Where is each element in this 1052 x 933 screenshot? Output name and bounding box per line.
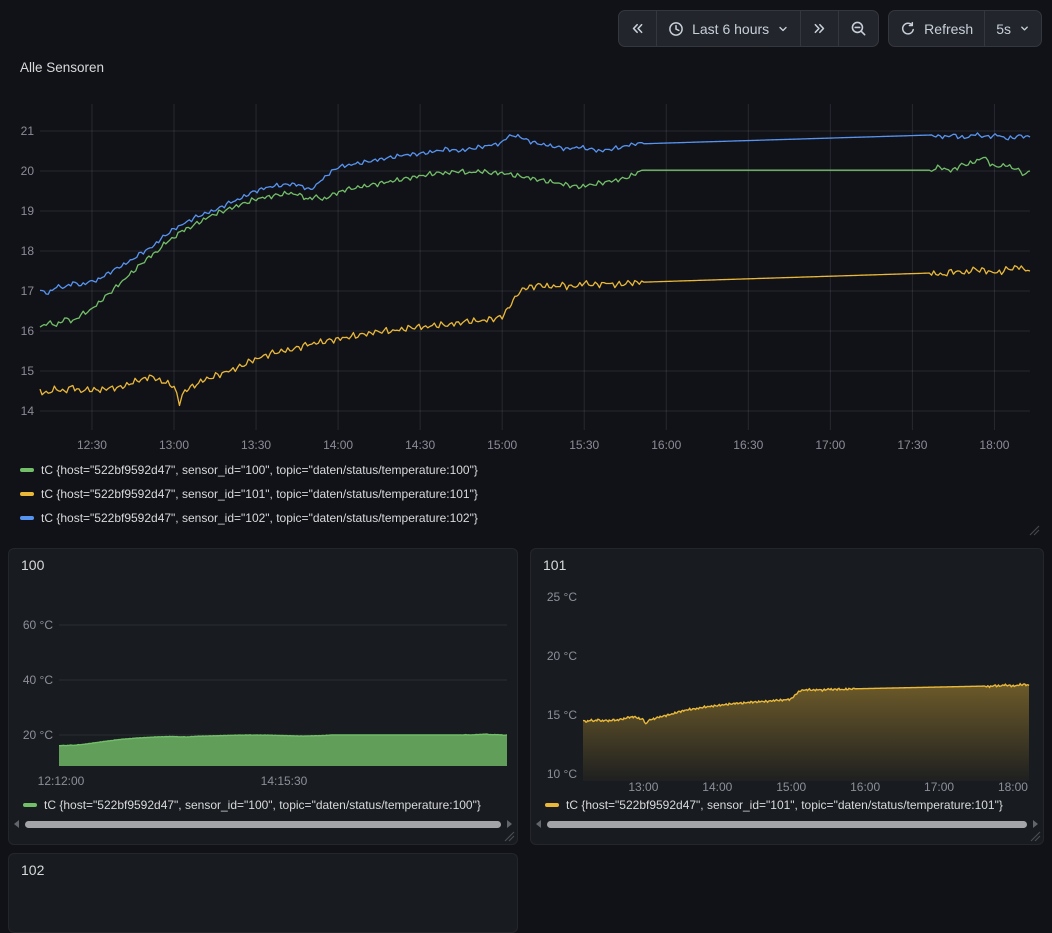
panel-100: 100 60 °C40 °C20 °C12:12:0014:15:30 tC {… xyxy=(8,548,518,845)
panel-102: 102 xyxy=(8,853,518,933)
legend-item[interactable]: tC {host="522bf9592d47", sensor_id="100"… xyxy=(20,462,478,478)
y-axis-label: 60 °C xyxy=(23,618,53,632)
panel-resize-handle[interactable] xyxy=(1028,524,1040,536)
y-axis-label: 15 °C xyxy=(547,708,577,722)
x-axis-label: 13:00 xyxy=(159,438,189,452)
legend-label: tC {host="522bf9592d47", sensor_id="102"… xyxy=(41,511,478,525)
time-series-chart[interactable]: 25 °C 20 °C 15 °C 10 °C 13:00 14:00 15:00 16:00… xyxy=(531,549,1043,799)
series-sensor_100-line xyxy=(40,157,1030,327)
time-series-chart[interactable]: 14 15 16 17 18 19 20 21 12:30 13:00 13:30 14:00 14:3… xyxy=(0,88,1052,460)
y-axis-label: 20 °C xyxy=(23,728,53,742)
legend-item[interactable]: tC {host="522bf9592d47", sensor_id="102"… xyxy=(20,510,478,526)
x-axis-label: 13:00 xyxy=(628,780,658,794)
time-picker-toolbar: Last 6 hours Refresh 5s xyxy=(618,10,1042,47)
refresh-interval-value: 5s xyxy=(996,21,1011,37)
clock-icon xyxy=(668,21,684,37)
x-axis-label: 14:00 xyxy=(702,780,732,794)
chevron-down-icon xyxy=(777,23,789,35)
y-axis-label: 10 °C xyxy=(547,767,577,781)
x-axis-label: 17:00 xyxy=(815,438,845,452)
refresh-icon xyxy=(900,21,916,37)
legend-swatch xyxy=(23,803,37,807)
x-axis-label: 18:00 xyxy=(979,438,1009,452)
y-axis-label: 16 xyxy=(21,324,35,338)
refresh-group: Refresh 5s xyxy=(888,10,1042,47)
scrollbar-right-arrow[interactable] xyxy=(507,820,512,828)
x-axis-label: 12:12:00 xyxy=(38,774,85,788)
x-axis-label: 17:30 xyxy=(897,438,927,452)
legend-item[interactable]: tC {host="522bf9592d47", sensor_id="100"… xyxy=(23,797,509,813)
y-axis-label: 14 xyxy=(21,404,35,418)
panel-resize-handle[interactable] xyxy=(503,830,515,842)
refresh-button[interactable]: Refresh xyxy=(889,11,984,46)
legend: tC {host="522bf9592d47", sensor_id="100"… xyxy=(20,462,478,526)
x-axis-label: 17:00 xyxy=(924,780,954,794)
time-range-picker-button[interactable]: Last 6 hours xyxy=(656,11,800,46)
legend-swatch xyxy=(20,516,34,520)
panel-resize-handle[interactable] xyxy=(1029,830,1041,842)
y-axis-label: 25 °C xyxy=(547,590,577,604)
series-sensor_102-line xyxy=(40,133,1030,294)
y-axis-label: 40 °C xyxy=(23,673,53,687)
time-shift-back-button[interactable] xyxy=(619,11,656,46)
double-chevron-left-icon xyxy=(630,21,645,36)
x-axis-label: 18:00 xyxy=(998,780,1028,794)
legend: tC {host="522bf9592d47", sensor_id="100"… xyxy=(23,797,509,813)
h-scrollbar xyxy=(536,819,1038,829)
grid: 14 15 16 17 18 19 20 21 12:30 13:00 13:30 14:00 14:3… xyxy=(21,104,1030,452)
time-range-group: Last 6 hours xyxy=(618,10,879,47)
y-axis-label: 20 °C xyxy=(547,649,577,663)
x-axis-label: 15:00 xyxy=(487,438,517,452)
y-axis-label: 19 xyxy=(21,204,35,218)
legend-label: tC {host="522bf9592d47", sensor_id="100"… xyxy=(41,463,478,477)
y-axis-label: 17 xyxy=(21,284,35,298)
scrollbar-left-arrow[interactable] xyxy=(536,820,541,828)
scrollbar-thumb[interactable] xyxy=(25,821,501,828)
x-axis-label: 14:00 xyxy=(323,438,353,452)
x-axis-label: 13:30 xyxy=(241,438,271,452)
chevron-down-icon xyxy=(1019,23,1030,34)
refresh-label: Refresh xyxy=(924,21,973,37)
y-axis-label: 21 xyxy=(21,124,35,138)
y-axis-label: 20 xyxy=(21,164,35,178)
time-series-chart[interactable]: 60 °C 40 °C 20 °C 12:12:00 14:15:30 xyxy=(9,549,517,793)
double-chevron-right-icon xyxy=(812,21,827,36)
legend-swatch xyxy=(545,803,559,807)
legend-label: tC {host="522bf9592d47", sensor_id="101"… xyxy=(566,798,1003,812)
series-sensor_101-line xyxy=(40,266,1030,406)
x-axis-label: 16:00 xyxy=(651,438,681,452)
legend-item[interactable]: tC {host="522bf9592d47", sensor_id="101"… xyxy=(545,797,1035,813)
x-axis-label: 12:30 xyxy=(77,438,107,452)
series-sensor_101-area xyxy=(583,684,1029,781)
legend-swatch xyxy=(20,492,34,496)
x-axis-label: 16:00 xyxy=(850,780,880,794)
zoom-out-time-button[interactable] xyxy=(838,11,878,46)
h-scrollbar xyxy=(14,819,512,829)
x-axis-label: 16:30 xyxy=(733,438,763,452)
refresh-interval-select[interactable]: 5s xyxy=(984,11,1041,46)
panel-title[interactable]: 102 xyxy=(21,862,44,878)
y-axis-label: 18 xyxy=(21,244,35,258)
legend-label: tC {host="522bf9592d47", sensor_id="100"… xyxy=(44,798,481,812)
panel-101: 101 25 °C20 °C15 °C10 °C13:0014:0015:001… xyxy=(530,548,1044,845)
scrollbar-right-arrow[interactable] xyxy=(1033,820,1038,828)
x-axis-label: 15:30 xyxy=(569,438,599,452)
x-axis-label: 14:30 xyxy=(405,438,435,452)
scrollbar-left-arrow[interactable] xyxy=(14,820,19,828)
zoom-out-icon xyxy=(850,20,867,37)
grafana-dashboard: { "toolbar": { "time_range_label": "Last… xyxy=(0,0,1052,865)
scrollbar-thumb[interactable] xyxy=(547,821,1027,828)
legend-swatch xyxy=(20,468,34,472)
x-axis-label: 14:15:30 xyxy=(261,774,308,788)
time-range-label: Last 6 hours xyxy=(692,21,769,37)
legend-label: tC {host="522bf9592d47", sensor_id="101"… xyxy=(41,487,478,501)
x-axis-label: 15:00 xyxy=(776,780,806,794)
legend: tC {host="522bf9592d47", sensor_id="101"… xyxy=(545,797,1035,813)
legend-item[interactable]: tC {host="522bf9592d47", sensor_id="101"… xyxy=(20,486,478,502)
time-shift-forward-button[interactable] xyxy=(800,11,838,46)
panel-title[interactable]: Alle Sensoren xyxy=(20,60,104,75)
y-axis-label: 15 xyxy=(21,364,35,378)
